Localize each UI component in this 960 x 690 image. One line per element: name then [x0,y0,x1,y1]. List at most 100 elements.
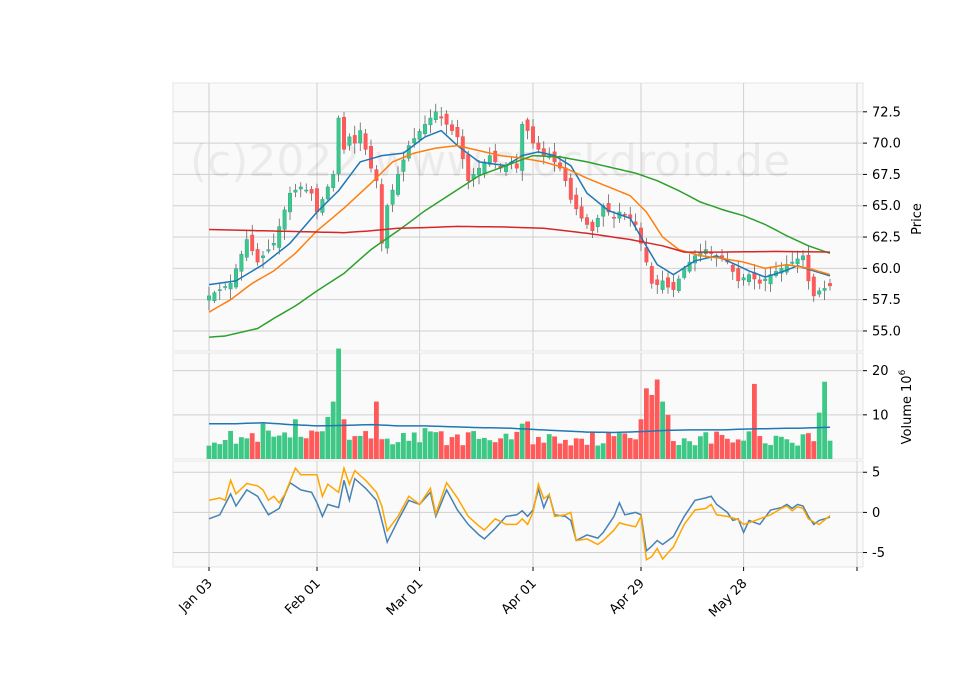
volume-bar-up [287,437,293,459]
volume-bar-up [827,440,833,459]
x-axis: Jan 03 Feb 01 Mar 01 Apr 01 Apr 29 May 28 [176,567,858,620]
volume-bar-down [584,444,590,459]
volume-bar-down [444,445,449,459]
volume-bar-up [784,439,790,459]
volume-bar-down [573,438,579,459]
candle-up [660,280,665,290]
volume-bar-up [476,438,482,459]
volume-bar-up [595,445,601,459]
volume-bar-up [800,434,806,459]
price-panel-background [172,82,864,352]
volume-bar-up [433,432,439,459]
volume-bar-up [266,430,271,459]
candle-up [428,117,433,126]
volume-bar-up [768,445,773,459]
volume-bar-up [233,443,239,459]
candle-down [309,189,314,194]
candle-up [293,189,298,193]
volume-bar-down [563,439,568,459]
volume-bar-up [411,432,417,459]
volume-bar-down [438,431,444,459]
price-y-ticks: 55.0 57.5 60.0 62.5 65.0 67.5 70.0 72.5 [863,105,901,339]
candle-down [525,119,530,131]
stock-chart: (c)2022 www.stockdroid.de 55.057.560.062… [172,82,925,620]
volume-bar-down [303,438,309,459]
volume-bar-down [460,445,466,459]
volume-bar-up [822,381,827,459]
volume-axis-label: Volume 106 [898,369,915,444]
y-tick-label: 60.0 [872,262,901,277]
volume-bar-down [536,436,541,459]
candle-up [304,189,309,192]
oscillator-y-ticks: 5 0 -5 [863,466,885,561]
volume-bar-up [330,401,336,459]
oscillator-panel: 5 0 -5 [172,460,885,568]
volume-axis-label-exponent: 6 [898,369,908,375]
volume-bar-up [789,442,795,459]
volume-bar-down [249,433,255,459]
candle-up [417,131,422,140]
candle-up [682,268,687,278]
volume-bar-down [363,431,368,459]
volume-bar-down [541,442,547,459]
candle-down [579,206,584,219]
volume-bar-down [806,433,811,459]
volume-bar-up [406,440,412,459]
volume-bar-up [206,445,212,459]
candle-down [644,247,649,263]
volume-bar-down [725,438,730,459]
volume-bar-down [606,432,611,459]
candle-down [757,279,762,284]
candle-up [331,174,336,188]
candle-up [261,255,265,259]
y-tick-label: 5 [872,466,880,481]
volume-bar-down [465,432,471,459]
volume-bar-down [735,439,741,459]
volume-bar-up [336,348,341,459]
volume-bar-down [590,431,595,459]
candle-up [412,138,417,144]
volume-bar-up [698,436,703,459]
volume-bar-up [816,412,822,459]
volume-bar-down [552,436,557,459]
candle-down [315,188,319,213]
candle-up [266,249,271,252]
candle-down [439,116,444,119]
candle-down [493,150,498,163]
volume-bar-up [244,438,250,459]
volume-bar-down [449,437,455,459]
volume-bar-up [390,444,395,459]
x-tick-label: Apr 01 [499,576,540,617]
y-tick-label: 0 [872,506,880,521]
volume-bar-down [309,430,314,459]
candle-down [514,163,519,169]
volume-bar-up [703,432,709,459]
x-tick-label: May 28 [706,576,750,620]
candle-up [277,226,282,248]
candle-up [396,174,400,195]
candle-down [342,116,346,150]
volume-bar-up [687,441,692,459]
volume-bar-down [352,436,358,459]
volume-bar-up [222,440,228,459]
price-axis-label: Price [910,203,925,235]
candle-down [736,268,741,282]
volume-bar-up [357,435,363,459]
volume-bar-down [627,438,633,459]
volume-bar-up [217,444,223,459]
volume-bar-up [228,430,233,459]
candle-down [666,277,670,288]
volume-bar-down [498,438,503,459]
candle-up [347,136,352,146]
candle-up [482,161,487,174]
volume-bar-down [649,394,655,459]
y-tick-label: 72.5 [872,105,901,120]
candle-up [212,292,217,302]
volume-bar-up [509,439,514,459]
candle-down [450,124,454,131]
candle-up [520,124,525,171]
candle-down [622,214,627,216]
volume-bar-down [557,443,563,459]
volume-bar-up [487,440,493,459]
candle-down [255,249,260,263]
